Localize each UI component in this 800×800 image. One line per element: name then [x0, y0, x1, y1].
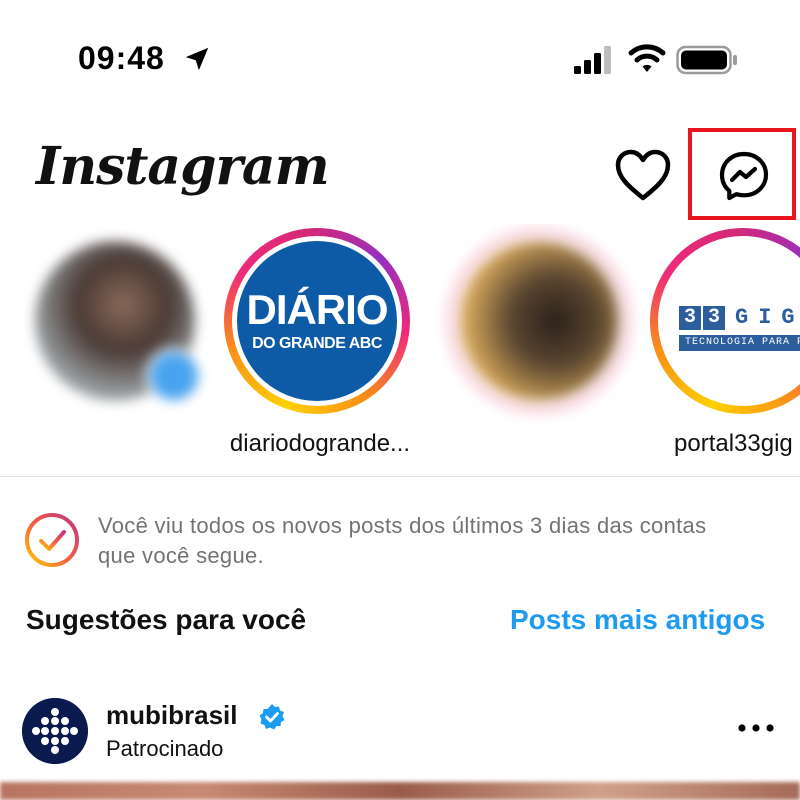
story-avatar-subtitle: DO GRANDE ABC — [252, 335, 382, 352]
older-posts-link[interactable]: Posts mais antigos — [510, 604, 765, 636]
caught-up-message: Você viu todos os novos posts dos último… — [98, 513, 707, 568]
suggestions-title: Sugestões para você — [26, 604, 307, 635]
story-username: diariodogrande... — [229, 430, 411, 457]
post-sponsored-label: Patrocinado — [106, 736, 224, 761]
more-horizontal-icon[interactable] — [734, 716, 778, 740]
status-bar: 09:48 — [0, 0, 800, 120]
story-ring: 33GIG TECNOLOGIA PARA PESS — [650, 228, 800, 414]
story-item[interactable]: 33GIG TECNOLOGIA PARA PESS portal33gig — [636, 224, 800, 474]
stories-tray: DIÁRIO DO GRANDE ABC diariodogrande... 3… — [0, 224, 800, 474]
story-username: portal33gig — [674, 430, 793, 457]
instagram-logo: Instagram — [36, 136, 330, 197]
story-avatar: 33GIG TECNOLOGIA PARA PESS — [658, 236, 800, 406]
location-arrow-icon — [185, 47, 209, 71]
story-avatar — [454, 236, 624, 406]
status-time: 09:48 — [78, 40, 165, 76]
story-item[interactable]: DIÁRIO DO GRANDE ABC diariodogrande... — [210, 224, 410, 474]
story-ring — [22, 228, 208, 414]
story-ring: DIÁRIO DO GRANDE ABC — [224, 228, 410, 414]
portal33gig-logo: 3 3 GIG — [679, 305, 800, 330]
cellular-signal-icon — [574, 46, 611, 74]
story-avatar-subtitle: TECNOLOGIA PARA PESS — [679, 335, 800, 351]
battery-icon — [676, 45, 737, 75]
checkmark-circle-icon — [25, 513, 79, 567]
post-avatar[interactable] — [22, 698, 88, 764]
add-story-badge — [146, 348, 202, 404]
story-avatar: DIÁRIO DO GRANDE ABC — [232, 236, 402, 406]
wifi-icon — [628, 44, 666, 72]
post-username[interactable]: mubibrasil — [106, 700, 237, 731]
story-avatar-title: DIÁRIO — [246, 286, 389, 333]
story-ring — [446, 228, 632, 414]
verified-badge-icon — [259, 704, 285, 730]
post-image — [0, 782, 800, 800]
story-item[interactable] — [432, 224, 632, 474]
messenger-icon[interactable] — [718, 150, 770, 202]
heart-icon[interactable] — [614, 148, 672, 202]
story-item[interactable] — [8, 224, 208, 474]
divider — [0, 476, 800, 477]
